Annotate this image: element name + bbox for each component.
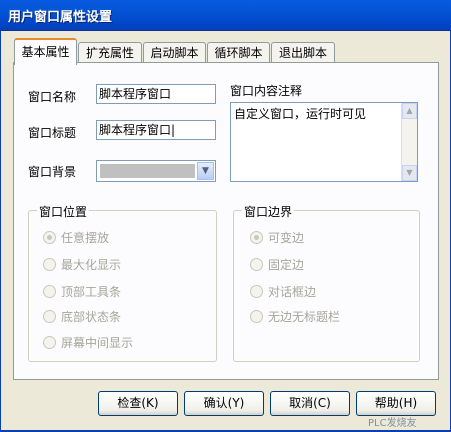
radio-label: 可变边 bbox=[268, 231, 305, 245]
window-comment-text: 自定义窗口，运行时可见 bbox=[234, 107, 367, 121]
radio-fixed-border[interactable]: 固定边 bbox=[250, 256, 304, 273]
radio-label: 底部状态条 bbox=[61, 310, 122, 324]
watermark-text: PLC发烧友 bbox=[368, 418, 417, 429]
panel-content: 窗口名称 脚本程序窗口 窗口标题 脚本程序窗口| 窗口背景 ▼ 窗口内容注释 自… bbox=[0, 0, 451, 432]
radio-icon bbox=[250, 310, 263, 323]
radio-no-border-no-title[interactable]: 无边无标题栏 bbox=[250, 308, 340, 325]
radio-label: 屏幕中间显示 bbox=[61, 336, 134, 350]
scroll-down-icon[interactable]: ▼ bbox=[402, 165, 417, 181]
background-color-swatch bbox=[100, 164, 195, 178]
radio-icon bbox=[43, 310, 56, 323]
window-background-label: 窗口背景 bbox=[28, 165, 77, 179]
window-comment-label: 窗口内容注释 bbox=[230, 84, 303, 98]
radio-icon bbox=[43, 285, 56, 298]
comment-scrollbar[interactable]: ▲ ▼ bbox=[401, 103, 417, 181]
radio-label: 顶部工具条 bbox=[61, 285, 122, 299]
radio-resizable-border[interactable]: 可变边 bbox=[250, 229, 304, 246]
radio-checked-icon bbox=[43, 231, 56, 244]
radio-label: 最大化显示 bbox=[61, 258, 122, 272]
radio-icon bbox=[250, 285, 263, 298]
chevron-down-icon[interactable]: ▼ bbox=[197, 162, 214, 180]
radio-label: 无边无标题栏 bbox=[268, 310, 341, 324]
radio-icon bbox=[43, 258, 56, 271]
window-name-label: 窗口名称 bbox=[28, 90, 77, 104]
window-title-label: 窗口标题 bbox=[28, 126, 77, 140]
window-border-title: 窗口边界 bbox=[242, 203, 295, 220]
scroll-up-icon[interactable]: ▲ bbox=[402, 103, 417, 119]
radio-label: 固定边 bbox=[268, 258, 305, 272]
background-color-combo[interactable]: ▼ bbox=[96, 160, 216, 182]
radio-free-placement[interactable]: 任意摆放 bbox=[43, 229, 109, 246]
radio-bottom-statusbar[interactable]: 底部状态条 bbox=[43, 308, 121, 325]
radio-screen-center[interactable]: 屏幕中间显示 bbox=[43, 334, 133, 351]
radio-maximize[interactable]: 最大化显示 bbox=[43, 256, 121, 273]
radio-checked-icon bbox=[250, 231, 263, 244]
radio-icon bbox=[250, 258, 263, 271]
window-name-input[interactable]: 脚本程序窗口 bbox=[96, 84, 216, 104]
radio-top-toolbar[interactable]: 顶部工具条 bbox=[43, 283, 121, 300]
window-comment-textarea[interactable]: 自定义窗口，运行时可见 ▲ ▼ bbox=[230, 102, 418, 182]
radio-label: 对话框边 bbox=[268, 285, 317, 299]
window-position-title: 窗口位置 bbox=[37, 203, 90, 220]
radio-label: 任意摆放 bbox=[61, 231, 110, 245]
radio-icon bbox=[43, 336, 56, 349]
window-title-input[interactable]: 脚本程序窗口| bbox=[96, 120, 216, 140]
radio-dialog-border[interactable]: 对话框边 bbox=[250, 283, 316, 300]
